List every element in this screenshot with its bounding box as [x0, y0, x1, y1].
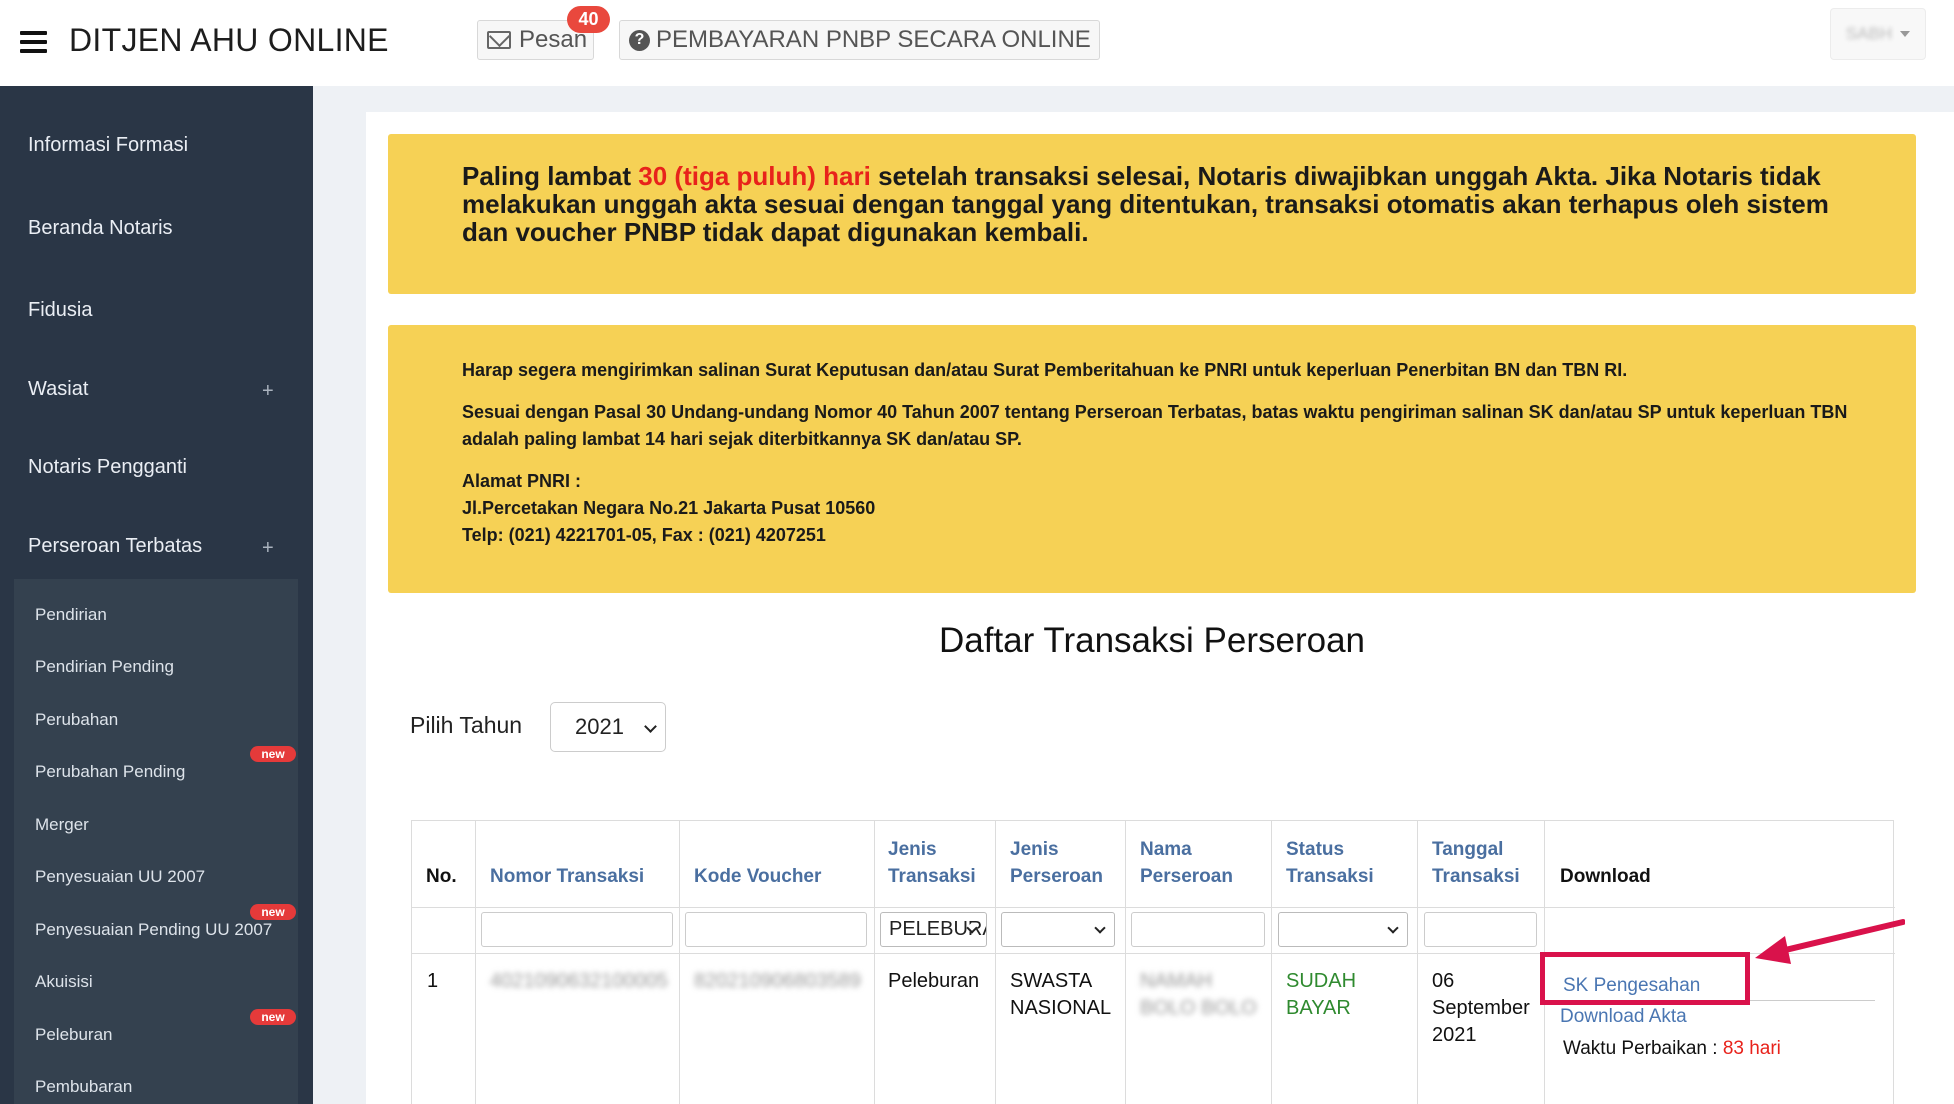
header-tanggal-transaksi[interactable]: Tanggal Transaksi [1432, 836, 1520, 890]
header-kode-voucher[interactable]: Kode Voucher [694, 863, 821, 890]
waktu-perbaikan-label: Waktu Perbaikan : [1563, 1038, 1723, 1059]
row-status-transaksi: SUDAH BAYAR [1286, 968, 1356, 1022]
chevron-down-icon [1387, 922, 1399, 934]
year-label: Pilih Tahun [410, 712, 523, 738]
sidebar-item-beranda-notaris[interactable]: Beranda Notaris [28, 217, 173, 240]
row-tanggal-transaksi: 06 September 2021 [1432, 968, 1530, 1049]
new-badge: new [250, 1009, 296, 1025]
row-jenis-transaksi: Peleburan [888, 970, 980, 992]
row-status-line2: BAYAR [1286, 997, 1351, 1019]
header-nama-perseroan[interactable]: Nama Perseroan [1140, 836, 1233, 890]
pnbp-label: PEMBAYARAN PNBP SECARA ONLINE [656, 26, 1091, 53]
header-jenis-transaksi[interactable]: Jenis Transaksi [888, 836, 976, 890]
notice2-paragraph-1: Harap segera mengirimkan salinan Surat K… [462, 360, 1628, 380]
pnri-notice: Harap segera mengirimkan salinan Surat K… [388, 325, 1916, 593]
envelope-icon [487, 31, 511, 49]
chevron-down-icon [1094, 922, 1106, 934]
row-status-line1: SUDAH [1286, 970, 1357, 992]
new-badge: new [250, 746, 296, 762]
pnri-address-title: Alamat PNRI : [462, 471, 582, 491]
hamburger-menu-icon[interactable] [20, 31, 47, 53]
perseroan-expand-icon[interactable]: + [262, 537, 274, 560]
user-menu-dropdown[interactable]: SABH [1830, 8, 1926, 60]
filter-nomor-transaksi-input[interactable] [481, 912, 673, 947]
row-tanggal-line1: 06 [1432, 970, 1455, 992]
row-tanggal-line3: 2021 [1432, 1024, 1477, 1046]
filter-kode-voucher-input[interactable] [685, 912, 867, 947]
sidebar-item-fidusia[interactable]: Fidusia [28, 299, 92, 322]
row-no: 1 [427, 970, 439, 992]
notice1-highlight: 30 (tiga puluh) hari [638, 161, 871, 191]
row-nomor-transaksi: 4021090632100005 [490, 970, 668, 992]
sidebar-item-wasiat[interactable]: Wasiat [28, 378, 88, 401]
submenu-item-perubahan-pending[interactable]: Perubahan Pending [35, 762, 185, 782]
filter-jenis-perseroan-select[interactable] [1001, 912, 1115, 947]
filter-status-transaksi-select[interactable] [1278, 912, 1408, 947]
filter-tanggal-transaksi-input[interactable] [1424, 912, 1537, 947]
notice2-paragraph-2: Sesuai dengan Pasal 30 Undang-undang Nom… [462, 402, 1848, 449]
row-kode-voucher: 820210906803589 [694, 970, 861, 992]
submenu-item-peleburan[interactable]: Peleburan [35, 1025, 113, 1045]
submenu-item-perubahan[interactable]: Perubahan [35, 710, 118, 730]
notice1-text-a: Paling lambat [462, 161, 639, 191]
row-nama-perseroan-line2: BOLO BOLO [1140, 997, 1257, 1019]
submenu-item-akuisisi[interactable]: Akuisisi [35, 972, 93, 992]
waktu-perbaikan: Waktu Perbaikan : 83 hari [1563, 1035, 1781, 1062]
sidebar-item-notaris-pengganti[interactable]: Notaris Pengganti [28, 456, 187, 479]
header-status-transaksi[interactable]: Status Transaksi [1286, 836, 1374, 890]
row-tanggal-line2: September [1432, 997, 1530, 1019]
highlight-box [1540, 952, 1750, 1005]
upload-deadline-notice: Paling lambat 30 (tiga puluh) hari setel… [388, 134, 1916, 294]
header-nama-perseroan-line1: Nama [1140, 839, 1192, 860]
filter-jenis-transaksi-select[interactable]: PELEBURAN [880, 912, 987, 947]
header-download: Download [1560, 866, 1651, 887]
header-status-transaksi-line1: Status [1286, 839, 1345, 860]
row-jenis-perseroan-line2: NASIONAL [1010, 997, 1112, 1019]
row-nama-perseroan: NAMAH BOLO BOLO [1140, 968, 1257, 1022]
pnri-phone-line: Telp: (021) 4221701-05, Fax : (021) 4207… [462, 525, 826, 545]
row-jenis-perseroan-line1: SWASTA [1010, 970, 1093, 992]
new-badge: new [250, 904, 296, 920]
filter-nama-perseroan-input[interactable] [1131, 912, 1265, 947]
sidebar-item-informasi-formasi[interactable]: Informasi Formasi [28, 134, 188, 157]
page-title: Daftar Transaksi Perseroan [938, 621, 1365, 660]
header-jenis-transaksi-line2: Transaksi [888, 866, 976, 887]
header-tanggal-transaksi-line2: Transaksi [1432, 866, 1520, 887]
header-jenis-perseroan-line1: Jenis [1010, 839, 1059, 860]
header-jenis-transaksi-line1: Jenis [888, 839, 937, 860]
header-jenis-perseroan-line2: Perseroan [1010, 866, 1103, 887]
app-title: DITJEN AHU ONLINE [69, 22, 389, 58]
header-no: No. [426, 866, 457, 887]
pnri-address-line: Jl.Percetakan Negara No.21 Jakarta Pusat… [462, 498, 876, 518]
download-akta-link[interactable]: Download Akta [1560, 1003, 1687, 1030]
sidebar-item-perseroan-terbatas[interactable]: Perseroan Terbatas [28, 535, 202, 558]
annotation-arrow-icon [1755, 919, 1905, 964]
top-header: DITJEN AHU ONLINE Pesan 40 ? PEMBAYARAN … [0, 0, 1954, 86]
user-name: SABH [1845, 24, 1893, 43]
header-status-transaksi-line2: Transaksi [1286, 866, 1374, 887]
year-select[interactable]: 2021 [550, 702, 666, 752]
submenu-item-penyesuaian-uu-2007[interactable]: Penyesuaian UU 2007 [35, 867, 205, 887]
question-circle-icon: ? [629, 29, 650, 51]
chevron-down-icon [644, 720, 657, 733]
submenu-item-merger[interactable]: Merger [35, 815, 89, 835]
header-jenis-perseroan[interactable]: Jenis Perseroan [1010, 836, 1103, 890]
caret-down-icon [1900, 31, 1911, 37]
waktu-perbaikan-value: 83 hari [1722, 1038, 1781, 1059]
row-nama-perseroan-line1: NAMAH [1140, 970, 1213, 992]
header-nama-perseroan-line2: Perseroan [1140, 866, 1233, 887]
submenu-item-pembubaran[interactable]: Pembubaran [35, 1077, 132, 1097]
pnbp-payment-button[interactable]: ? PEMBAYARAN PNBP SECARA ONLINE [619, 20, 1100, 60]
header-tanggal-transaksi-line1: Tanggal [1432, 839, 1504, 860]
year-value: 2021 [575, 714, 624, 739]
wasiat-expand-icon[interactable]: + [262, 380, 274, 403]
submenu-item-penyesuaian-pending-uu-2007[interactable]: Penyesuaian Pending UU 2007 [35, 920, 272, 940]
row-jenis-perseroan: SWASTA NASIONAL [1010, 968, 1111, 1022]
message-count-badge: 40 [567, 6, 610, 33]
header-nomor-transaksi[interactable]: Nomor Transaksi [490, 863, 644, 890]
